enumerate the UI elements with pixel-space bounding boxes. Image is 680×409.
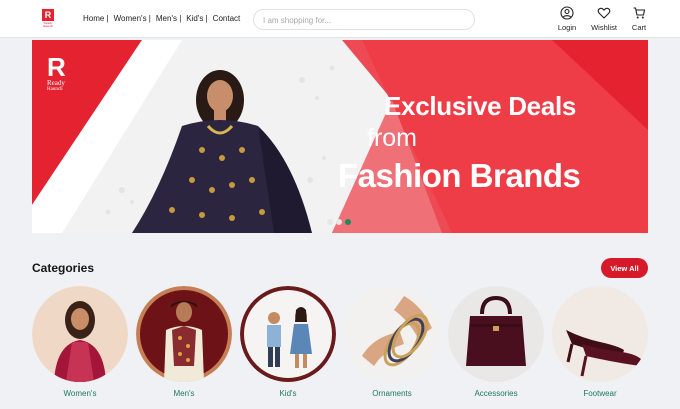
main-nav: Home | Women's | Men's | Kid's | Contact xyxy=(83,14,245,23)
cart-icon xyxy=(633,7,646,19)
category-card-kids[interactable]: Kid's xyxy=(240,286,336,398)
banner-logo-mark: R xyxy=(47,52,66,82)
heart-icon xyxy=(597,7,611,19)
site-logo[interactable]: R Ready Haunch xyxy=(40,9,56,29)
carousel-dot-1[interactable] xyxy=(327,219,333,225)
search-input[interactable] xyxy=(263,11,463,30)
category-image-ornaments xyxy=(344,286,440,382)
site-header: R Ready Haunch Home | Women's | Men's | … xyxy=(0,0,680,38)
nav-mens[interactable]: Men's | xyxy=(156,14,181,23)
category-label-mens: Men's xyxy=(173,389,195,398)
nav-contact[interactable]: Contact xyxy=(213,14,241,23)
search-bar xyxy=(253,9,475,30)
nav-kids[interactable]: Kid's | xyxy=(186,14,207,23)
logo-text: Ready Haunch xyxy=(42,21,54,28)
view-all-button[interactable]: View All xyxy=(601,258,648,278)
category-image-mens xyxy=(136,286,232,382)
hero-banner[interactable]: R Ready Haunch Exclusive Deals from Fash… xyxy=(32,40,648,233)
category-image-footwear xyxy=(552,286,648,382)
category-card-mens[interactable]: Men's xyxy=(136,286,232,398)
category-label-ornaments: Ornaments xyxy=(372,389,412,398)
category-label-womens: Women's xyxy=(63,389,97,398)
banner-logo: R Ready Haunch xyxy=(47,52,79,93)
category-label-footwear: Footwear xyxy=(583,389,617,398)
banner-headline-3: Fashion Brands xyxy=(338,157,581,194)
cart-button[interactable]: Cart xyxy=(619,6,659,32)
category-card-footwear[interactable]: Footwear xyxy=(552,286,648,398)
carousel-dots xyxy=(327,219,354,225)
category-label-accessories: Accessories xyxy=(474,389,518,398)
banner-background xyxy=(32,40,648,233)
wishlist-button[interactable]: Wishlist xyxy=(584,6,624,32)
category-card-ornaments[interactable]: Ornaments xyxy=(344,286,440,398)
cart-label: Cart xyxy=(631,23,647,32)
nav-womens[interactable]: Women's | xyxy=(114,14,151,23)
nav-home[interactable]: Home | xyxy=(83,14,109,23)
wishlist-label: Wishlist xyxy=(591,23,617,32)
category-image-womens xyxy=(32,286,128,382)
login-button[interactable]: Login xyxy=(547,6,587,32)
login-label: Login xyxy=(557,23,577,32)
banner-headline-1: Exclusive Deals xyxy=(384,91,577,121)
category-label-kids: Kid's xyxy=(279,389,297,398)
categories-title: Categories xyxy=(32,261,95,275)
user-circle-icon xyxy=(560,6,574,20)
category-image-accessories xyxy=(448,286,544,382)
carousel-dot-3[interactable] xyxy=(345,219,351,225)
category-image-kids xyxy=(240,286,336,382)
carousel-dot-2[interactable] xyxy=(336,219,342,225)
banner-logo-line1: Ready xyxy=(47,79,65,87)
category-card-accessories[interactable]: Accessories xyxy=(448,286,544,398)
banner-logo-line2: Haunch xyxy=(47,87,63,92)
category-card-womens[interactable]: Women's xyxy=(32,286,128,398)
logo-mark: R xyxy=(42,9,54,21)
banner-headline-2: from xyxy=(367,124,417,152)
